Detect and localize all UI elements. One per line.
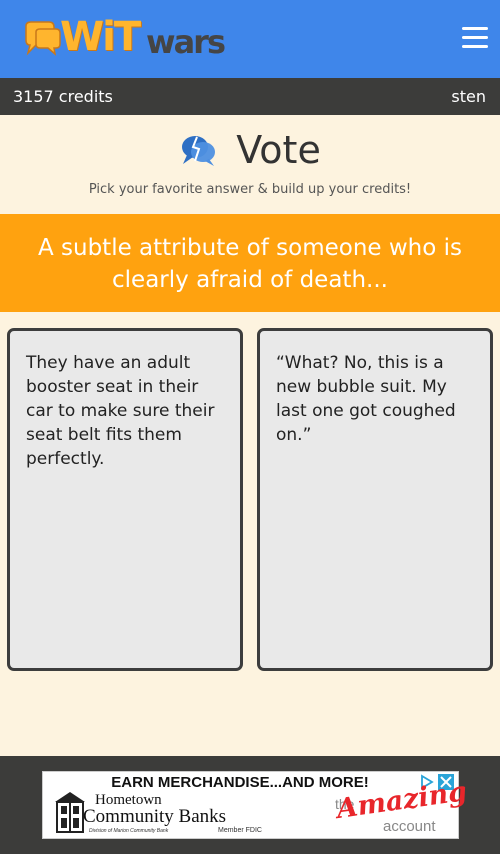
logo-bubble-icon [25, 21, 61, 56]
page-title: Vote [236, 128, 321, 172]
answer-card-1[interactable]: They have an adult booster seat in their… [7, 328, 243, 671]
ad-brand-line2: Community Banks [83, 806, 227, 827]
ad-banner[interactable]: EARN MERCHANDISE...AND MORE! Hometown Co… [42, 771, 469, 839]
speech-bubbles-icon [182, 136, 216, 166]
logo-wit-text: WiT [60, 14, 141, 60]
app-header: WiT wars [0, 0, 500, 78]
credits-count: 3157 credits [13, 87, 113, 106]
witwars-logo[interactable]: WiT wars [22, 14, 226, 61]
logo-wars-text: wars [146, 23, 226, 61]
ad-tagline-account: account [383, 818, 436, 835]
username[interactable]: sten [451, 87, 486, 106]
ad-small-print: Division of Marion Community Bank [89, 828, 169, 834]
vote-heading: Vote [0, 128, 500, 178]
prompt-banner: A subtle attribute of someone who is cle… [0, 214, 500, 312]
footer-ad-bar: EARN MERCHANDISE...AND MORE! Hometown Co… [0, 756, 500, 854]
hamburger-icon[interactable] [462, 27, 488, 49]
vote-subtitle: Pick your favorite answer & build up you… [88, 182, 412, 197]
answer-card-2[interactable]: “What? No, this is a new bubble suit. My… [257, 328, 493, 671]
ad-fdic: Member FDIC [218, 827, 262, 834]
bank-building-icon [55, 792, 85, 833]
status-bar: 3157 credits sten [0, 78, 500, 115]
